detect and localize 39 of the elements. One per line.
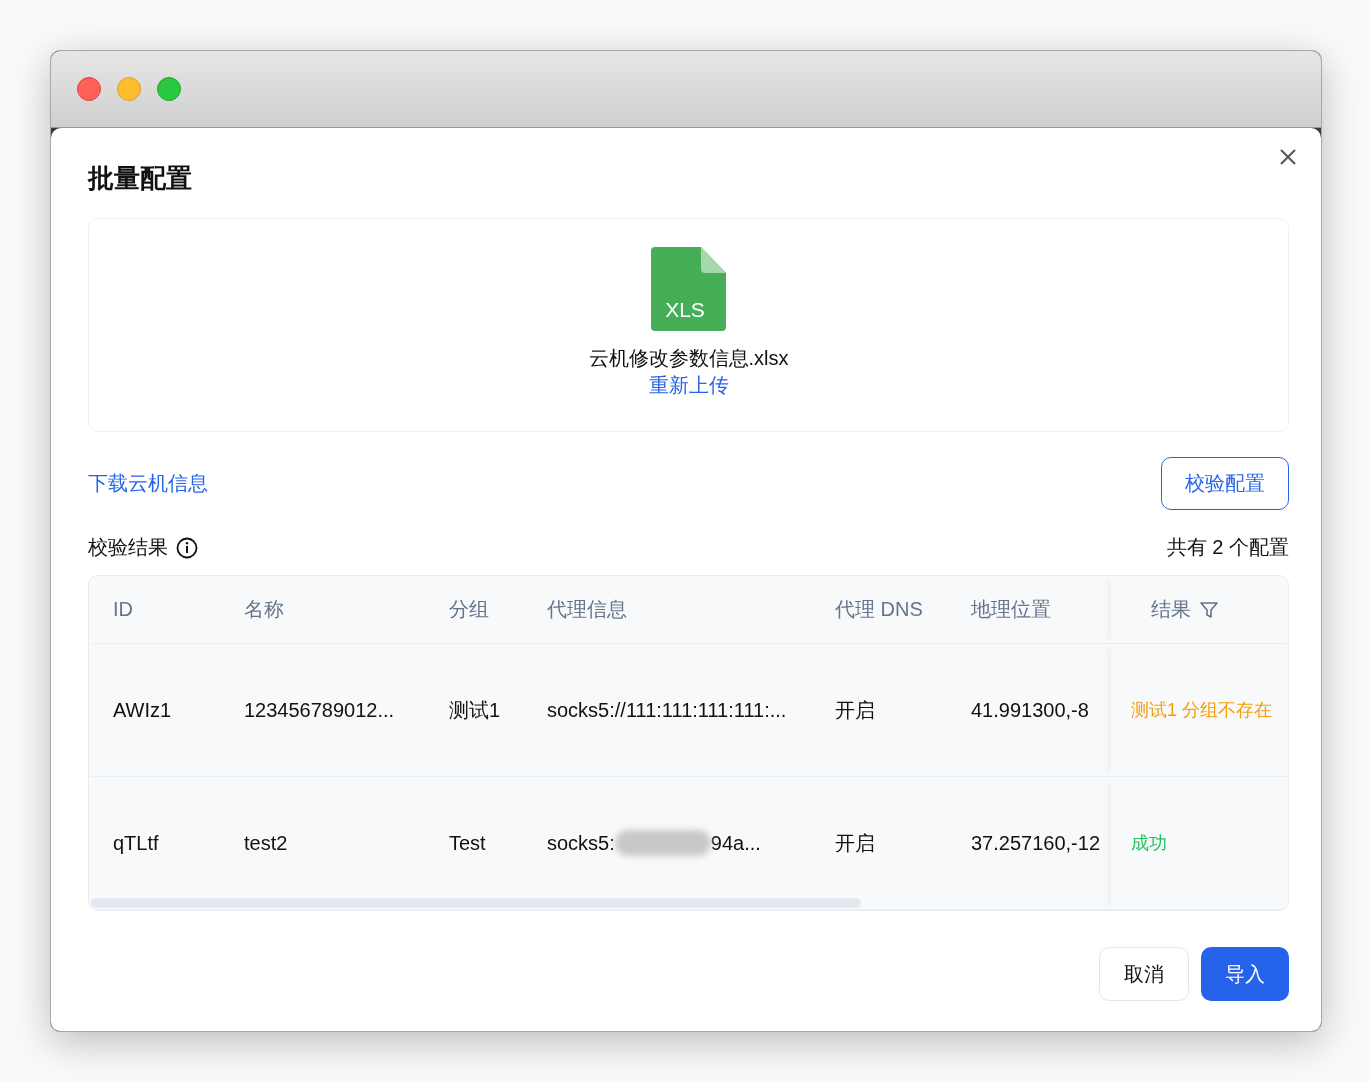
table-cell: 123456789012... xyxy=(244,698,395,722)
column-header: 结果 xyxy=(1151,597,1191,622)
table-cell: socks5: xyxy=(547,831,615,855)
result-status: 成功 xyxy=(1131,832,1167,855)
import-button[interactable]: 导入 xyxy=(1201,947,1289,1001)
download-link[interactable]: 下载云机信息 xyxy=(88,470,208,497)
info-icon[interactable] xyxy=(176,536,198,559)
scrollbar[interactable] xyxy=(91,898,861,908)
column-header: 地理位置 xyxy=(971,597,1051,622)
table-cell-text: 测试1 xyxy=(449,697,501,723)
close-window-button[interactable] xyxy=(77,77,101,101)
filter-icon[interactable] xyxy=(1199,599,1219,620)
column-header: 代理信息 xyxy=(547,597,627,622)
file-name: 云机修改参数信息.xlsx xyxy=(588,346,789,371)
reupload-link[interactable]: 重新上传 xyxy=(648,372,729,399)
table-cell: socks5://111:111:111:111:... xyxy=(547,698,787,722)
upload-area[interactable]: XLS 云机修改参数信息.xlsx 重新上传 xyxy=(88,218,1289,432)
column-header: 代理 DNS xyxy=(835,597,923,622)
table-cell: 41.991300,-8 xyxy=(971,698,1089,722)
dialog-title: 批量配置 xyxy=(88,162,193,195)
table-cell-text: 开启 xyxy=(835,830,875,856)
minimize-window-button[interactable] xyxy=(117,77,141,101)
cancel-button[interactable]: 取消 xyxy=(1099,947,1189,1001)
table-cell: AWIz1 xyxy=(113,698,172,722)
result-status: 测试1 分组不存在 xyxy=(1131,699,1272,722)
table-cell: qTLtf xyxy=(113,831,159,855)
table-cell: 37.257160,-12 xyxy=(971,831,1100,855)
column-header: ID xyxy=(113,598,133,621)
table-cell: test2 xyxy=(244,831,288,855)
table-cell: Test xyxy=(449,831,486,855)
column-header: 名称 xyxy=(244,597,284,622)
validate-button[interactable]: 校验配置 xyxy=(1161,457,1289,510)
table-cell: 94a... xyxy=(710,831,761,855)
zoom-window-button[interactable] xyxy=(157,77,181,101)
result-label: 校验结果 xyxy=(88,535,168,560)
table-cell-text: 开启 xyxy=(835,697,875,723)
spreadsheet-file-icon: XLS xyxy=(650,247,727,331)
total-count: 共有 2 个配置 xyxy=(1166,535,1289,560)
column-header: 分组 xyxy=(449,597,489,622)
